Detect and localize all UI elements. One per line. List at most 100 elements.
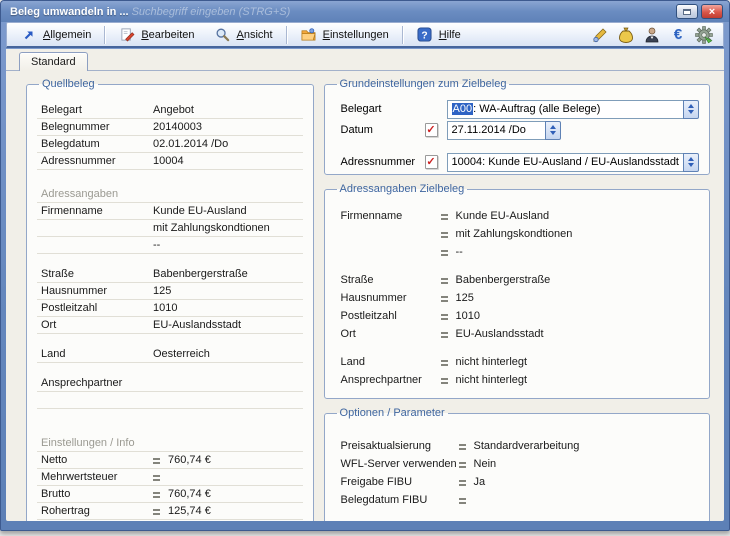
field-value: 1010	[456, 310, 697, 322]
section-header: Einstellungen / Info	[37, 435, 303, 452]
quellbeleg-legend: Quellbeleg	[39, 78, 98, 90]
menu-bearbeiten[interactable]: Bearbeiten	[109, 23, 203, 47]
adressnummer-spinner[interactable]	[683, 153, 699, 172]
equals-icon	[441, 313, 448, 320]
equals-icon	[153, 508, 160, 515]
table-row: OrtEU-Auslandsstadt	[37, 317, 303, 334]
gear-icon[interactable]	[695, 26, 713, 44]
field-value: --	[456, 246, 697, 258]
field-label: Belegart	[41, 104, 153, 116]
menu-einstellungen[interactable]: Einstellungen	[291, 23, 398, 47]
table-row: Adressnummer10004	[37, 153, 303, 170]
combo-text: : WA-Auftrag (alle Belege)	[473, 103, 600, 115]
field-value: 20140003	[153, 121, 301, 133]
table-row: mit Zahlungskondtionen	[37, 220, 303, 237]
field-label: Firmenname	[41, 205, 153, 217]
dialog-window: Beleg umwandeln in ... Suchbegriff einge…	[0, 0, 730, 531]
field-label: Postleitzahl	[341, 310, 441, 322]
equals-icon	[459, 497, 466, 504]
field-label: Ort	[41, 319, 153, 331]
field-label: Datum	[341, 124, 425, 136]
belegart-combobox[interactable]: A00 : WA-Auftrag (alle Belege)	[447, 100, 699, 119]
checkmark-note-icon[interactable]	[425, 123, 438, 137]
person-icon[interactable]	[643, 26, 661, 44]
equals-icon	[441, 377, 448, 384]
field-label: Freigabe FIBU	[341, 476, 459, 488]
field-label: Ansprechpartner	[41, 377, 153, 389]
datum-combobox[interactable]: 27.11.2014 /Do	[447, 121, 561, 140]
menu-allgemein[interactable]: Allgemein	[11, 23, 100, 47]
field-label: Belegdatum FIBU	[341, 494, 459, 506]
menu-label: Einstellungen	[323, 29, 389, 41]
table-row: FirmennameKunde EU-Ausland	[335, 207, 699, 225]
table-row: Postleitzahl1010	[37, 300, 303, 317]
field-label: Belegdatum	[41, 138, 153, 150]
adressnummer-combobox[interactable]: 10004: Kunde EU-Ausland / EU-Auslandssta…	[447, 153, 699, 172]
field-value: 10004	[153, 155, 301, 167]
close-button[interactable]: ×	[701, 4, 723, 19]
toolbar-separator	[104, 26, 105, 44]
toolbar: Allgemein Bearbeiten Ansicht Einstellung…	[6, 22, 724, 48]
euro-icon[interactable]: €	[669, 26, 687, 44]
restore-icon	[683, 9, 691, 15]
datum-spinner[interactable]	[545, 121, 561, 140]
field-label: Postleitzahl	[41, 302, 153, 314]
equals-icon	[153, 491, 160, 498]
field-value: EU-Auslandsstadt	[153, 319, 301, 331]
equals-icon	[459, 479, 466, 486]
field-label: Rohertrag	[41, 505, 153, 517]
field-value: Kunde EU-Ausland	[456, 210, 697, 222]
grundeinstellungen-group: Grundeinstellungen zum Zielbeleg Belegar…	[324, 78, 710, 175]
tab-standard[interactable]: Standard	[19, 52, 88, 71]
field-value: 125	[153, 285, 301, 297]
adressangaben-zielbeleg-group: Adressangaben Zielbeleg FirmennameKunde …	[324, 183, 710, 399]
table-row: Rohertrag 125,74 €	[37, 503, 303, 520]
field-value: 760,74 €	[168, 454, 301, 466]
arrow-down-icon	[688, 163, 694, 167]
field-value: Ja	[474, 476, 697, 488]
field-value: 1010	[153, 302, 301, 314]
field-value: mit Zahlungskondtionen	[456, 228, 697, 240]
pen-icon[interactable]	[591, 26, 609, 44]
restore-button[interactable]	[676, 4, 698, 19]
table-row: LandOesterreich	[37, 346, 303, 363]
selected-text: A00	[452, 103, 474, 115]
tab-strip: Standard	[6, 49, 724, 71]
field-value: EU-Auslandsstadt	[456, 328, 697, 340]
field-value: Standardverarbeitung	[474, 440, 697, 452]
field-value: 125,74 €	[168, 505, 301, 517]
field-value: 125	[456, 292, 697, 304]
table-row: Hausnummer125	[335, 289, 699, 307]
equals-icon	[441, 277, 448, 284]
checkmark-note-icon[interactable]	[425, 155, 438, 169]
dialog-content: Standard Quellbeleg BelegartAngebot Bele…	[6, 49, 724, 521]
titlebar: Beleg umwandeln in ... Suchbegriff einge…	[1, 1, 729, 22]
field-value: Oesterreich	[153, 348, 301, 360]
money-bag-icon[interactable]	[617, 26, 635, 44]
field-label: Netto	[41, 454, 153, 466]
equals-icon	[441, 231, 448, 238]
action-icon-group: €	[591, 26, 719, 44]
table-row: WFL-Server verwendenNein	[335, 455, 699, 473]
menu-label: Allgemein	[43, 29, 91, 41]
menu-ansicht[interactable]: Ansicht	[205, 23, 282, 47]
section-header: Adressangaben	[37, 186, 303, 203]
table-row: Belegnummer20140003	[37, 119, 303, 136]
field-value: Nein	[474, 458, 697, 470]
table-row: StraßeBabenbergerstraße	[37, 266, 303, 283]
field-value: mit Zahlungskondtionen	[153, 222, 301, 234]
table-row: Belegdatum FIBU	[335, 491, 699, 509]
menu-label: Hilfe	[439, 29, 461, 41]
field-value: 02.01.2014 /Do	[153, 138, 301, 150]
field-value: 760,74 €	[168, 488, 301, 500]
arrow-up-right-icon	[20, 26, 38, 44]
table-row: PreisaktualsierungStandardverarbeitung	[335, 437, 699, 455]
field-value: Angebot	[153, 104, 301, 116]
table-row: OrtEU-Auslandsstadt	[335, 325, 699, 343]
belegart-spinner[interactable]	[683, 100, 699, 119]
arrow-down-icon	[688, 110, 694, 114]
menu-hilfe[interactable]: ? Hilfe	[407, 23, 470, 47]
table-row: --	[335, 243, 699, 261]
quellbeleg-group: Quellbeleg BelegartAngebot Belegnummer20…	[26, 78, 314, 521]
table-row: Ansprechpartner	[37, 375, 303, 392]
